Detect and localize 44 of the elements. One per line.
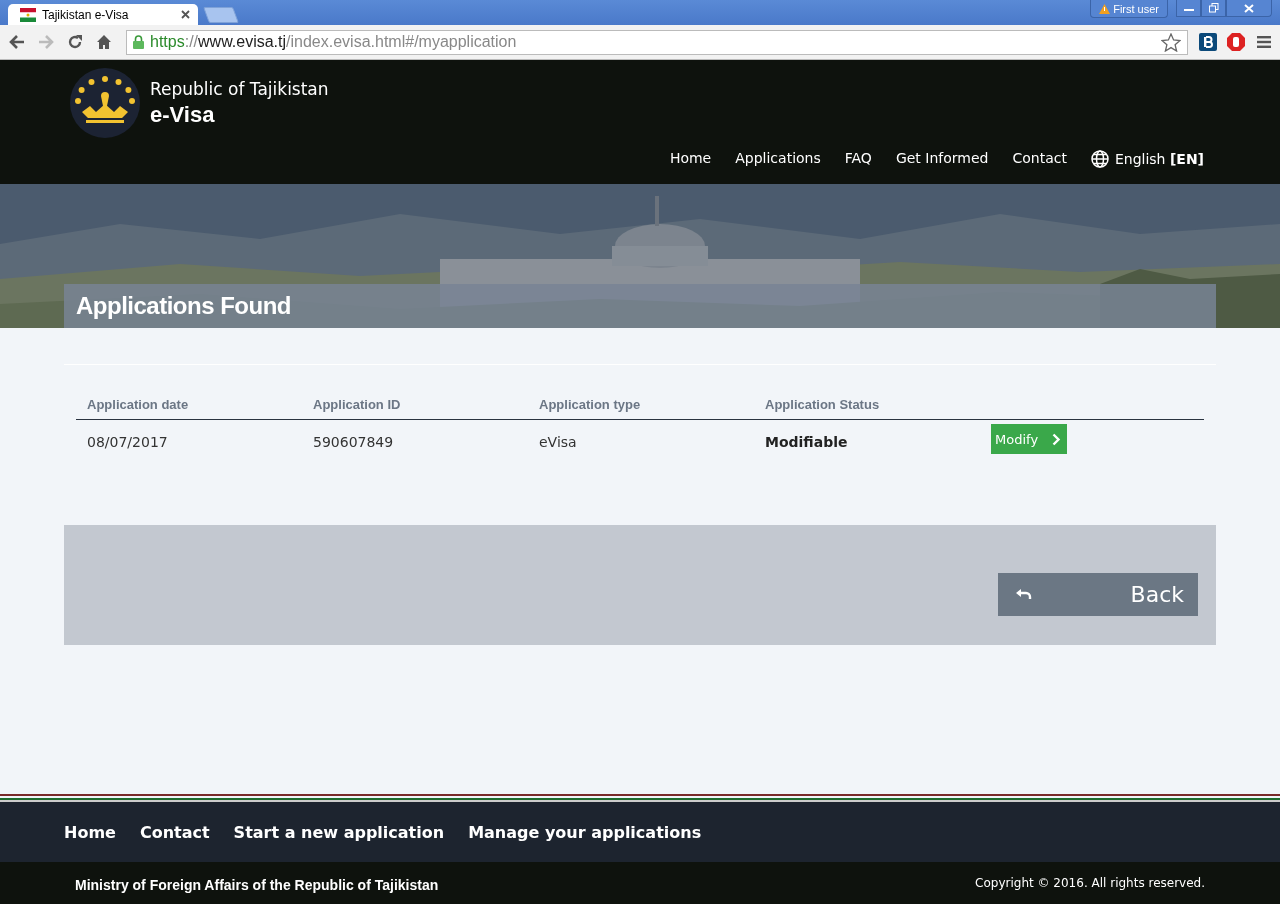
table-cell-text: eVisa bbox=[538, 434, 578, 450]
footer-link[interactable]: Start a new application bbox=[233, 822, 445, 842]
minimize-button[interactable] bbox=[1176, 0, 1201, 17]
footer-link[interactable]: Home bbox=[64, 822, 116, 842]
site-subtitle: Republic of Tajikistan bbox=[150, 79, 329, 99]
restore-button[interactable] bbox=[1201, 0, 1226, 17]
copyright-text: Copyright © 2016. All rights reserved. bbox=[975, 876, 1205, 890]
undo-icon bbox=[1016, 588, 1032, 601]
extension-icon[interactable] bbox=[1196, 30, 1220, 54]
star-icon[interactable] bbox=[1161, 32, 1181, 52]
language-link[interactable]: English [EN] bbox=[1090, 150, 1204, 168]
close-icon bbox=[1244, 3, 1254, 13]
restore-icon bbox=[1208, 3, 1219, 13]
url-text: https://www.evisa.tj/index.evisa.html#/myapplication bbox=[150, 33, 518, 51]
footer-link[interactable]: Manage your applications bbox=[468, 822, 702, 842]
tab-title: Tajikistan e-Visa bbox=[42, 7, 130, 22]
page-title: Applications Found bbox=[76, 292, 291, 320]
globe-icon bbox=[1090, 150, 1109, 168]
column-header: Application Status bbox=[764, 397, 881, 412]
column-header: Application type bbox=[538, 397, 642, 412]
ad-block-icon[interactable] bbox=[1224, 30, 1248, 54]
warning-icon bbox=[1099, 3, 1111, 14]
nav-link[interactable]: Home bbox=[669, 150, 712, 168]
ministry-text: Ministry of Foreign Affairs of the Republic of Tajikistan bbox=[75, 876, 439, 893]
flag-icon bbox=[20, 7, 36, 22]
nav-link[interactable]: Get Informed bbox=[895, 150, 989, 168]
table-cell-text: 08/07/2017 bbox=[86, 434, 169, 450]
footer-link[interactable]: Contact bbox=[139, 822, 210, 842]
table-cell-text: 590607849 bbox=[312, 434, 395, 450]
profile-button[interactable]: First user bbox=[1090, 0, 1168, 18]
back-button[interactable]: Back bbox=[998, 573, 1198, 616]
nav-link[interactable]: Applications bbox=[735, 150, 821, 168]
lock-icon bbox=[133, 35, 144, 49]
nav-link[interactable]: FAQ bbox=[844, 150, 872, 168]
close-button[interactable] bbox=[1226, 0, 1272, 17]
close-icon[interactable] bbox=[181, 10, 190, 19]
column-header: Application date bbox=[86, 397, 190, 412]
chevron-icon bbox=[1052, 432, 1062, 446]
column-header: Application ID bbox=[312, 397, 402, 412]
site-title: e-Visa bbox=[150, 102, 215, 127]
status-cell-text: Modifiable bbox=[764, 434, 849, 450]
nav-link[interactable]: Contact bbox=[1012, 150, 1067, 168]
browser-tab[interactable]: Tajikistan e-Visa bbox=[8, 4, 198, 25]
address-bar[interactable]: https://www.evisa.tj/index.evisa.html#/myapplication bbox=[126, 29, 1188, 55]
